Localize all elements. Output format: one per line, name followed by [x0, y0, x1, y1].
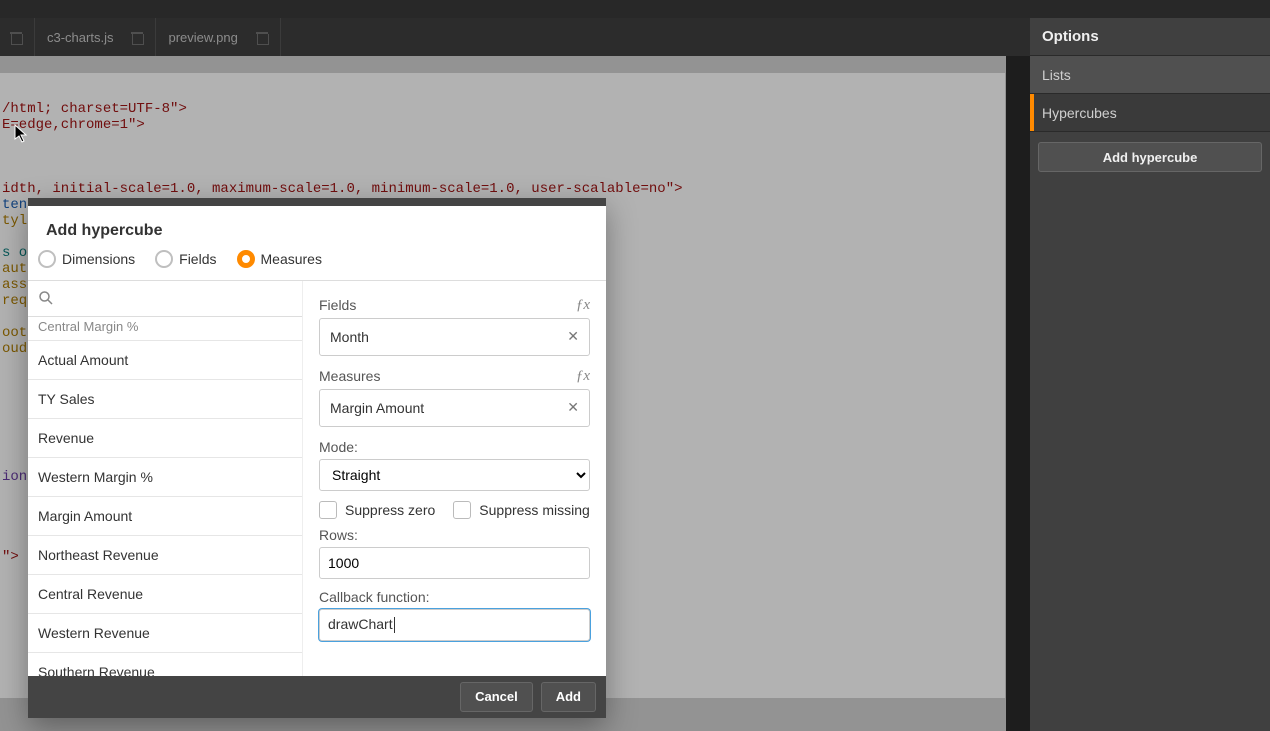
checkbox-label: Suppress missing	[479, 502, 590, 518]
checkbox-icon	[453, 501, 471, 519]
mouse-cursor-icon	[14, 124, 28, 144]
list-item[interactable]: Northeast Revenue	[28, 536, 302, 575]
measures-token-label: Margin Amount	[330, 400, 424, 416]
list-item[interactable]: Western Margin %	[28, 458, 302, 497]
modal-body: Central Margin % Actual Amount TY Sales …	[28, 280, 606, 676]
options-button-row: Add hypercube	[1030, 132, 1270, 182]
measures-token[interactable]: Margin Amount ✕	[319, 389, 590, 427]
options-item-label: Lists	[1042, 67, 1071, 83]
fx-icon[interactable]: ƒx	[576, 297, 590, 314]
modal-radio-group: Dimensions Fields Measures	[28, 248, 606, 280]
options-item-label: Hypercubes	[1042, 105, 1117, 121]
radio-label: Dimensions	[62, 251, 135, 267]
radio-dimensions[interactable]: Dimensions	[38, 250, 135, 268]
measures-label-row: Measures ƒx	[319, 368, 590, 385]
cancel-button[interactable]: Cancel	[460, 682, 533, 712]
options-title: Options	[1030, 18, 1270, 56]
checks-row: Suppress zero Suppress missing	[319, 501, 590, 519]
list-item[interactable]: Western Revenue	[28, 614, 302, 653]
list-item[interactable]: Central Revenue	[28, 575, 302, 614]
remove-field-button[interactable]: ✕	[567, 328, 579, 345]
search-input[interactable]	[60, 290, 292, 306]
options-panel: Options Lists Hypercubes Add hypercube	[1030, 18, 1270, 731]
list-item[interactable]: Revenue	[28, 419, 302, 458]
modal-top-strip	[28, 198, 606, 206]
suppress-zero-checkbox[interactable]: Suppress zero	[319, 501, 435, 519]
radio-label: Measures	[261, 251, 322, 267]
list-item[interactable]: Margin Amount	[28, 497, 302, 536]
fields-label: Fields	[319, 297, 356, 313]
fields-label-row: Fields ƒx	[319, 297, 590, 314]
rows-input[interactable]	[319, 547, 590, 579]
fields-token[interactable]: Month ✕	[319, 318, 590, 356]
suppress-missing-checkbox[interactable]: Suppress missing	[453, 501, 590, 519]
modal-footer: Cancel Add	[28, 676, 606, 718]
mode-select[interactable]: Straight	[319, 459, 590, 491]
measures-label: Measures	[319, 368, 380, 384]
add-button[interactable]: Add	[541, 682, 596, 712]
search-row	[28, 281, 302, 317]
config-column: Fields ƒx Month ✕ Measures ƒx Margin Amo…	[303, 281, 606, 676]
remove-measure-button[interactable]: ✕	[567, 399, 579, 416]
callback-input[interactable]	[319, 609, 590, 641]
radio-fields[interactable]: Fields	[155, 250, 216, 268]
list-item[interactable]: Actual Amount	[28, 341, 302, 380]
modal-title: Add hypercube	[28, 206, 606, 248]
add-hypercube-button[interactable]: Add hypercube	[1038, 142, 1262, 172]
measure-picker: Central Margin % Actual Amount TY Sales …	[28, 281, 303, 676]
radio-icon	[155, 250, 173, 268]
add-hypercube-modal: Add hypercube Dimensions Fields Measures…	[28, 198, 606, 718]
radio-icon	[237, 250, 255, 268]
fields-token-label: Month	[330, 329, 369, 345]
checkbox-label: Suppress zero	[345, 502, 435, 518]
callback-input-wrap: drawChart	[319, 609, 590, 641]
list-item[interactable]: Southern Revenue	[28, 653, 302, 676]
fx-icon[interactable]: ƒx	[576, 368, 590, 385]
mode-label: Mode:	[319, 439, 590, 455]
radio-measures[interactable]: Measures	[237, 250, 322, 268]
options-item-lists[interactable]: Lists	[1030, 56, 1270, 94]
search-icon	[38, 290, 54, 306]
options-item-hypercubes[interactable]: Hypercubes	[1030, 94, 1270, 132]
measure-list[interactable]: Central Margin % Actual Amount TY Sales …	[28, 317, 302, 676]
radio-icon	[38, 250, 56, 268]
rows-label: Rows:	[319, 527, 590, 543]
mode-select-wrap: Straight	[319, 459, 590, 491]
radio-label: Fields	[179, 251, 216, 267]
callback-label: Callback function:	[319, 589, 590, 605]
list-item[interactable]: Central Margin %	[28, 317, 302, 341]
checkbox-icon	[319, 501, 337, 519]
list-item[interactable]: TY Sales	[28, 380, 302, 419]
